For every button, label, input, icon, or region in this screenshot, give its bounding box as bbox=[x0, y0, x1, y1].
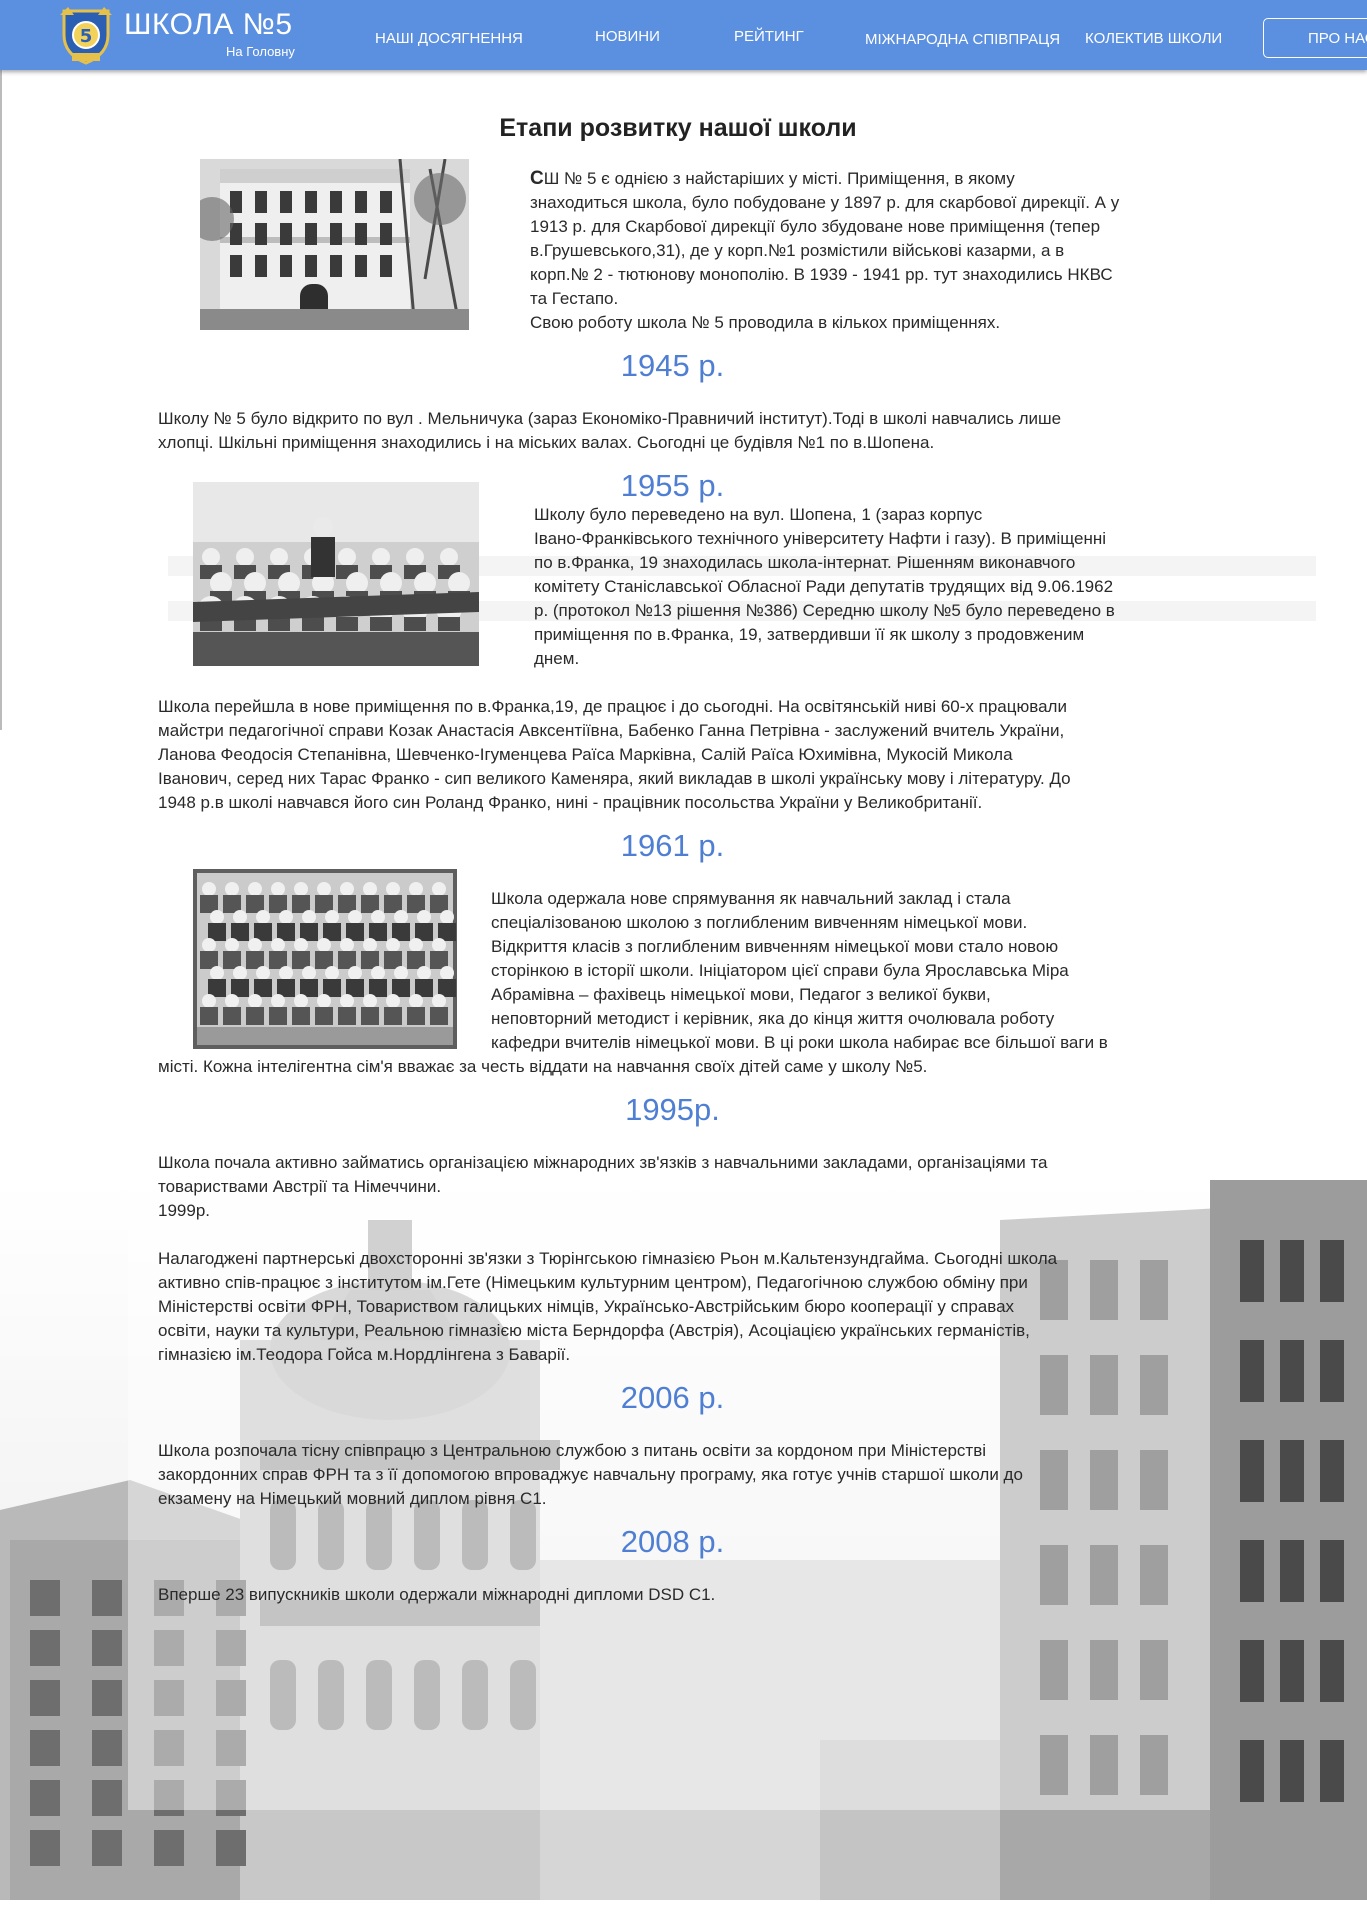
section-1955-text: Школу було переведено на вул. Шопена, 1 … bbox=[534, 503, 1194, 671]
intro-paragraph: СШ № 5 є однією з найстаріших у місті. П… bbox=[530, 167, 1190, 335]
school-building-photo bbox=[200, 159, 469, 330]
text-line: Відкриття класів з поглибленим вивченням… bbox=[491, 937, 1059, 956]
page-title: Етапи розвитку нашої школи bbox=[499, 114, 857, 142]
nav-rating[interactable]: РЕЙТИНГ bbox=[734, 28, 804, 45]
text-line: по в.Франка, 19 знаходилась школа-інтерн… bbox=[534, 553, 1076, 572]
text-line: сторінкою в історії школи. Ініціатором ц… bbox=[491, 961, 1069, 980]
intro-line: Свою роботу школа № 5 проводила в кілько… bbox=[530, 313, 1001, 332]
text-line: Івано-Франківського технічного університ… bbox=[534, 529, 1107, 548]
intro-line: 1913 р. для Скарбової дирекції було збуд… bbox=[530, 217, 1101, 236]
intro-line: корп.№ 2 - тютюнову монополію. В 1939 - … bbox=[530, 265, 1113, 284]
text-line: майстри педагогічної справи Козак Анаста… bbox=[158, 721, 1065, 740]
intro-line: Ш № 5 є однією з найстаріших у місті. Пр… bbox=[543, 169, 1015, 188]
home-link[interactable]: На Головну bbox=[226, 44, 295, 59]
section-1995-text: Школа почала активно займатись організац… bbox=[158, 1151, 1218, 1367]
intro-first-letter: С bbox=[530, 168, 544, 189]
about-us-button[interactable]: ПРО НАС bbox=[1263, 18, 1367, 58]
text-line: днем. bbox=[534, 649, 580, 668]
svg-text:5: 5 bbox=[80, 26, 93, 47]
text-line: кафедри вчителів німецької мови. В ці ро… bbox=[491, 1033, 1108, 1052]
section-1945-text: Школу № 5 було відкрито по вул . Мельнич… bbox=[158, 407, 1218, 455]
year-heading-1945: 1945 р. bbox=[620, 348, 725, 383]
teachers-group-photo bbox=[193, 869, 457, 1049]
text-line: Іванович, серед них Тарас Франко - сип в… bbox=[158, 769, 1071, 788]
text-line: Школа одержала нове спрямування як навча… bbox=[491, 889, 1011, 908]
text-line: Школу № 5 було відкрито по вул . Мельнич… bbox=[158, 409, 1062, 428]
text-line: неповторний методист і керівник, яка до … bbox=[491, 1009, 1055, 1028]
year-heading-1961: 1961 р. bbox=[620, 828, 725, 863]
section-1961-last-line: місті. Кожна інтелігентна сім'я вважає з… bbox=[158, 1055, 1218, 1079]
text-line: Налагоджені партнерські двохсторонні зв'… bbox=[158, 1249, 1058, 1268]
text-line: приміщення по в.Франка, 19, затвердивши … bbox=[534, 625, 1085, 644]
section-2008-text: Вперше 23 випускників школи одержали між… bbox=[158, 1583, 1218, 1607]
text-line: місті. Кожна інтелігентна сім'я вважає з… bbox=[158, 1057, 928, 1076]
year-heading-1995: 1995р. bbox=[625, 1092, 720, 1127]
text-line: хлопці. Шкільні приміщення знаходились і… bbox=[158, 433, 935, 452]
text-line: р. (протокол №13 рішення №386) Середню ш… bbox=[534, 601, 1115, 620]
school-crest-icon[interactable]: 5 bbox=[58, 5, 114, 65]
text-line: товариствами Австрії та Німеччини. bbox=[158, 1177, 442, 1196]
intro-line: знаходиться школа, було побудоване у 189… bbox=[530, 193, 1120, 212]
text-line: екзамену на Німецький мовний диплом рівн… bbox=[158, 1489, 547, 1508]
text-line: 1999р. bbox=[158, 1201, 210, 1220]
nav-news[interactable]: НОВИНИ bbox=[595, 28, 660, 45]
intro-line: в.Грушевського,31), де у корп.№1 розміст… bbox=[530, 241, 1065, 260]
section-1961-text: Школа одержала нове спрямування як навча… bbox=[491, 887, 1211, 1055]
text-line: Школа розпочала тісну співпрацю з Центра… bbox=[158, 1441, 987, 1460]
text-line: Школа перейшла в нове приміщення по в.Фр… bbox=[158, 697, 1067, 716]
text-line: комітету Станіславської Обласної Ради де… bbox=[534, 577, 1114, 596]
nav-international-cooperation[interactable]: МІЖНАРОДНА СПІВПРАЦЯ bbox=[865, 31, 1060, 48]
text-line: гімназією ім.Теодора Гойса м.Нордлінгена… bbox=[158, 1345, 571, 1364]
text-line: спеціалізованою школою з поглибленим вив… bbox=[491, 913, 1028, 932]
main-content: Етапи розвитку нашої школи СШ № 5 є одні… bbox=[0, 0, 1367, 1900]
section-2006-text: Школа розпочала тісну співпрацю з Центра… bbox=[158, 1439, 1218, 1511]
text-line: Школа почала активно займатись організац… bbox=[158, 1153, 1048, 1172]
text-line bbox=[158, 1223, 1218, 1247]
text-line: Міністерстві освіти ФРН, Товариством гал… bbox=[158, 1297, 1015, 1316]
intro-line: та Гестапо. bbox=[530, 289, 619, 308]
text-line: закордонних справ ФРН та з її допомогою … bbox=[158, 1465, 1023, 1484]
nav-achievements[interactable]: НАШІ ДОСЯГНЕННЯ bbox=[375, 30, 523, 47]
text-line: Школу було переведено на вул. Шопена, 1 … bbox=[534, 505, 983, 524]
text-line: освіти, науки та культури, Реальною гімн… bbox=[158, 1321, 1030, 1340]
text-line: активно спів-працює з інститутом ім.Гете… bbox=[158, 1273, 1028, 1292]
year-heading-2006: 2006 р. bbox=[620, 1380, 725, 1415]
nav-school-staff[interactable]: КОЛЕКТИВ ШКОЛИ bbox=[1085, 30, 1222, 47]
text-line: Абрамівна – фахівець німецької мови, Пед… bbox=[491, 985, 991, 1004]
top-navigation-bar: 5 ШКОЛА №5 На Головну НАШІ ДОСЯГНЕННЯ НО… bbox=[0, 0, 1367, 70]
text-line: Вперше 23 випускників школи одержали між… bbox=[158, 1585, 716, 1604]
text-line: 1948 р.в школі навчався його син Роланд … bbox=[158, 793, 983, 812]
classroom-photo bbox=[193, 482, 479, 666]
brand-name[interactable]: ШКОЛА №5 bbox=[124, 8, 293, 42]
text-line: Ланова Феодосія Степанівна, Шевченко-Ігу… bbox=[158, 745, 1013, 764]
section-1955-extra-text: Школа перейшла в нове приміщення по в.Фр… bbox=[158, 695, 1218, 815]
year-heading-2008: 2008 р. bbox=[620, 1524, 725, 1559]
